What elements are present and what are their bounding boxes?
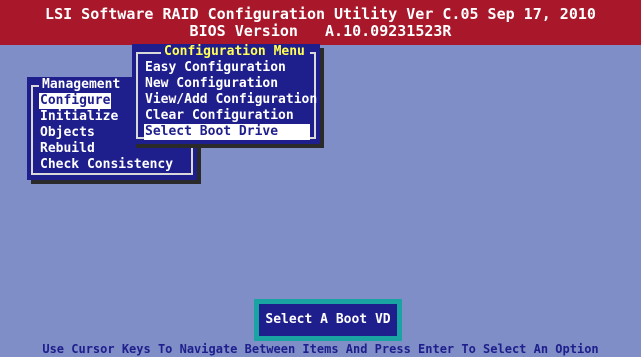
menu-item-configure[interactable]: Configure <box>39 93 112 109</box>
utility-title: LSI Software RAID Configuration Utility … <box>45 5 596 23</box>
menu-item-clear-configuration[interactable]: Clear Configuration <box>144 108 295 124</box>
bios-version: BIOS Version A.10.09231523R <box>189 22 452 40</box>
menu-item-check-consistency[interactable]: Check Consistency <box>39 157 174 173</box>
menu-item-easy-configuration[interactable]: Easy Configuration <box>144 60 287 76</box>
select-boot-vd-prompt: Select A Boot VD <box>254 299 402 341</box>
prompt-text: Select A Boot VD <box>259 304 397 336</box>
configuration-menu: Configuration Menu Easy Configuration Ne… <box>132 44 320 144</box>
menu-item-select-boot-drive[interactable]: Select Boot Drive <box>144 124 310 140</box>
menu-item-initialize[interactable]: Initialize <box>39 109 119 125</box>
configuration-menu-title: Configuration Menu <box>161 44 308 60</box>
status-bar: Use Cursor Keys To Navigate Between Item… <box>0 342 641 357</box>
menu-item-rebuild[interactable]: Rebuild <box>39 141 96 157</box>
management-menu-title: Management <box>39 77 124 93</box>
menu-item-view-add-configuration[interactable]: View/Add Configuration <box>144 92 318 108</box>
title-bar: LSI Software RAID Configuration Utility … <box>0 0 641 45</box>
menu-item-new-configuration[interactable]: New Configuration <box>144 76 279 92</box>
menu-item-objects[interactable]: Objects <box>39 125 96 141</box>
